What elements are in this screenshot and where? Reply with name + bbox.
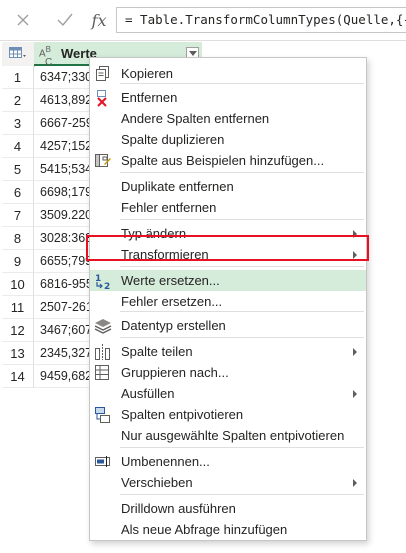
chevron-right-icon: [353, 390, 357, 398]
chevron-right-icon: [353, 479, 357, 487]
menu-item-entfernen[interactable]: Entfernen: [90, 87, 366, 108]
menu-separator: [120, 494, 364, 495]
row-number[interactable]: 11: [2, 296, 34, 319]
fx-icon[interactable]: fx: [88, 9, 110, 31]
table-icon: [9, 47, 26, 58]
copy-icon: [94, 65, 112, 83]
menu-item-fehler-ersetzen[interactable]: Fehler ersetzen...: [90, 291, 366, 312]
menu-item-label: Spalte teilen: [121, 344, 193, 359]
menu-item-label: Spalte duplizieren: [121, 132, 225, 147]
split-column-icon: [94, 343, 112, 361]
menu-item-label: Spalte aus Beispielen hinzufügen...: [121, 153, 325, 168]
row-number[interactable]: 12: [2, 319, 34, 342]
menu-item-andere-spalten-entfernen[interactable]: Andere Spalten entfernen: [90, 108, 366, 129]
menu-item-duplikate-entfernen[interactable]: Duplikate entfernen: [90, 176, 366, 197]
row-number[interactable]: 6: [2, 181, 34, 204]
menu-item-werte-ersetzen[interactable]: 1 2 Werte ersetzen...: [90, 270, 366, 292]
menu-item-nur-ausgewählte-spalten-entpivotieren[interactable]: Nur ausgewählte Spalten entpivotieren: [90, 425, 366, 446]
svg-text:1: 1: [95, 274, 101, 284]
row-number[interactable]: 3: [2, 112, 34, 135]
replace-values-icon: 12: [94, 272, 112, 292]
menu-item-label: Werte ersetzen...: [121, 273, 220, 288]
menu-item-spalte-aus-beispielen-hinzufügen[interactable]: Spalte aus Beispielen hinzufügen...: [90, 150, 366, 171]
menu-item-umbenennen[interactable]: Umbenennen...: [90, 451, 366, 472]
menu-separator: [120, 172, 364, 173]
menu-item-ausfüllen[interactable]: Ausfüllen: [90, 383, 366, 404]
menu-item-spalte-duplizieren[interactable]: Spalte duplizieren: [90, 129, 366, 150]
data-type-icon: [94, 317, 112, 335]
menu-item-datentyp-erstellen[interactable]: Datentyp erstellen: [90, 315, 366, 336]
chevron-right-icon: [353, 348, 357, 356]
row-number[interactable]: 14: [2, 365, 34, 388]
formula-text: = Table.TransformColumnTypes(Quelle,{{"W: [125, 12, 406, 27]
menu-item-label: Als neue Abfrage hinzufügen: [121, 522, 288, 537]
row-number[interactable]: 10: [2, 273, 34, 296]
menu-item-label: Verschieben: [121, 475, 193, 490]
svg-text:2: 2: [104, 282, 110, 290]
menu-item-label: Nur ausgewählte Spalten entpivotieren: [121, 428, 345, 443]
menu-item-label: Datentyp erstellen: [121, 318, 226, 333]
context-menu: Kopieren Entfernen Andere Spalten entferne…: [89, 57, 367, 541]
menu-item-label: Andere Spalten entfernen: [121, 111, 270, 126]
annotation-highlight-box: [86, 235, 369, 261]
menu-separator: [120, 337, 364, 338]
menu-item-kopieren[interactable]: Kopieren: [90, 63, 366, 84]
menu-item-spalten-entpivotieren[interactable]: Spalten entpivotieren: [90, 404, 366, 425]
row-number[interactable]: 13: [2, 342, 34, 365]
menu-item-label: Entfernen: [121, 90, 178, 105]
row-number[interactable]: 1: [2, 66, 34, 89]
remove-column-icon: [94, 89, 112, 107]
menu-item-label: Spalten entpivotieren: [121, 407, 244, 422]
rename-icon: [94, 453, 112, 471]
menu-item-verschieben[interactable]: Verschieben: [90, 472, 366, 493]
row-number[interactable]: 9: [2, 250, 34, 273]
menu-item-label: Drilldown ausführen: [121, 501, 236, 516]
menu-item-gruppieren-nach[interactable]: Gruppieren nach...: [90, 362, 366, 383]
row-number[interactable]: 8: [2, 227, 34, 250]
menu-item-label: Umbenennen...: [121, 454, 210, 469]
menu-item-label: Kopieren: [121, 66, 174, 81]
formula-bar: fx = Table.TransformColumnTypes(Quelle,{…: [0, 0, 406, 41]
check-icon[interactable]: [54, 9, 76, 31]
column-from-examples-icon: [94, 152, 112, 170]
menu-item-spalte-teilen[interactable]: Spalte teilen: [90, 341, 366, 362]
menu-item-als-neue-abfrage-hinzufügen[interactable]: Als neue Abfrage hinzufügen: [90, 519, 366, 540]
formula-input[interactable]: = Table.TransformColumnTypes(Quelle,{{"W: [116, 7, 406, 33]
menu-separator: [120, 266, 364, 267]
row-number[interactable]: 4: [2, 135, 34, 158]
table-menu-button[interactable]: [2, 42, 35, 67]
row-number[interactable]: 7: [2, 204, 34, 227]
menu-item-label: Ausfüllen: [121, 386, 175, 401]
row-number[interactable]: 2: [2, 89, 34, 112]
menu-item-label: Fehler ersetzen...: [121, 294, 223, 309]
group-by-icon: [94, 364, 112, 382]
menu-item-label: Fehler entfernen: [121, 200, 217, 215]
menu-separator: [120, 447, 364, 448]
text-type-icon[interactable]: AB C: [39, 45, 52, 68]
menu-item-label: Duplikate entfernen: [121, 179, 234, 194]
menu-item-drilldown-ausführen[interactable]: Drilldown ausführen: [90, 498, 366, 519]
row-number[interactable]: 5: [2, 158, 34, 181]
menu-item-label: Gruppieren nach...: [121, 365, 229, 380]
menu-separator: [120, 219, 364, 220]
close-icon[interactable]: [12, 9, 34, 31]
unpivot-icon: [94, 406, 112, 424]
menu-item-fehler-entfernen[interactable]: Fehler entfernen: [90, 197, 366, 218]
